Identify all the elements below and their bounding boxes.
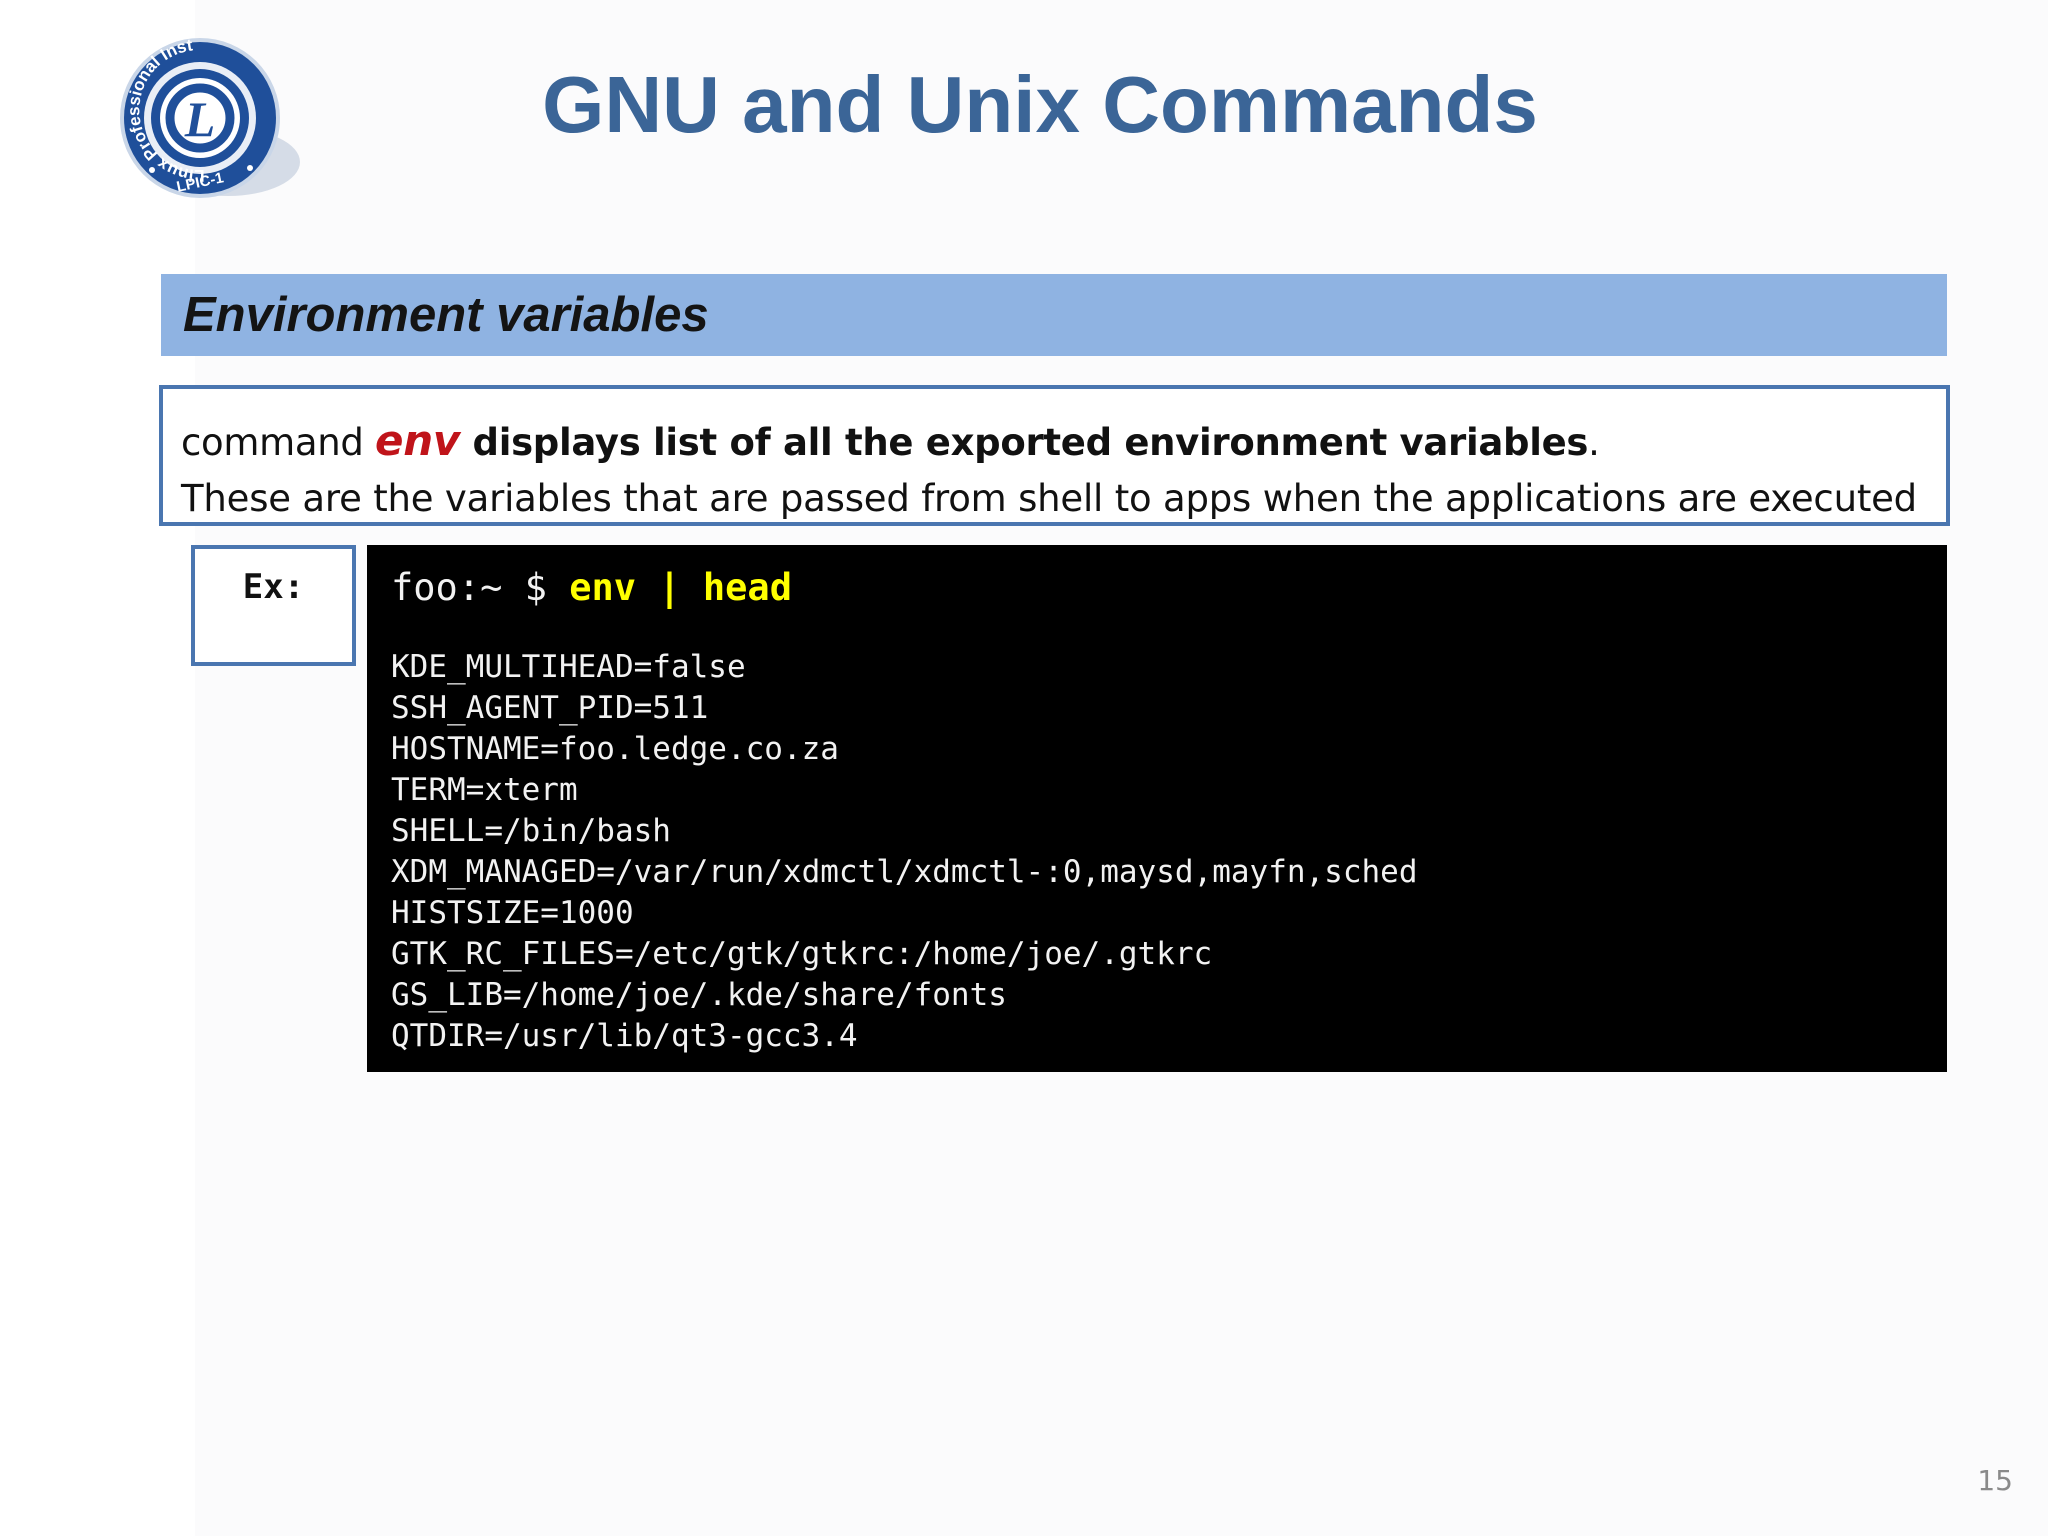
command-line: foo:~ $ env | head bbox=[391, 563, 1947, 613]
output-line: GTK_RC_FILES=/etc/gtk/gtkrc:/home/joe/.g… bbox=[391, 936, 1213, 972]
output-line: XDM_MANAGED=/var/run/xdmctl/xdmctl-:0,ma… bbox=[391, 854, 1418, 890]
shell-prompt: foo:~ $ bbox=[391, 566, 570, 609]
example-label-box: Ex: bbox=[191, 545, 356, 666]
output-lines: KDE_MULTIHEAD=false SSH_AGENT_PID=511 HO… bbox=[391, 647, 1947, 1057]
shell-command: env | head bbox=[569, 566, 792, 609]
description-bold-text: displays list of all the exported enviro… bbox=[459, 421, 1589, 464]
example-label: Ex: bbox=[242, 567, 305, 607]
output-line: GS_LIB=/home/joe/.kde/share/fonts bbox=[391, 977, 1007, 1013]
lpi-seal-logo: L Linux Professional Institute LPIC-1 bbox=[108, 35, 300, 212]
page-title: GNU and Unix Commands bbox=[542, 60, 1538, 149]
command-keyword: env bbox=[375, 416, 460, 465]
output-line: SSH_AGENT_PID=511 bbox=[391, 690, 709, 726]
output-line: HISTSIZE=1000 bbox=[391, 895, 634, 931]
output-line: HOSTNAME=foo.ledge.co.za bbox=[391, 731, 839, 767]
page-number: 15 bbox=[1977, 1464, 2013, 1497]
svg-text:L: L bbox=[184, 91, 216, 147]
output-line: QTDIR=/usr/lib/qt3-gcc3.4 bbox=[391, 1018, 858, 1054]
description-prefix: command bbox=[181, 421, 376, 464]
terminal-output: foo:~ $ env | head KDE_MULTIHEAD=false S… bbox=[367, 545, 1947, 1072]
section-header-bar: Environment variables bbox=[161, 274, 1947, 356]
output-line: TERM=xterm bbox=[391, 772, 578, 808]
output-line: KDE_MULTIHEAD=false bbox=[391, 649, 746, 685]
section-heading: Environment variables bbox=[183, 288, 709, 342]
output-line: SHELL=/bin/bash bbox=[391, 813, 671, 849]
description-box: command env displays list of all the exp… bbox=[159, 385, 1950, 526]
description-line-2: These are the variables that are passed … bbox=[181, 477, 1917, 520]
description-period: . bbox=[1588, 421, 1600, 464]
description-line-1: command env displays list of all the exp… bbox=[181, 413, 1946, 471]
